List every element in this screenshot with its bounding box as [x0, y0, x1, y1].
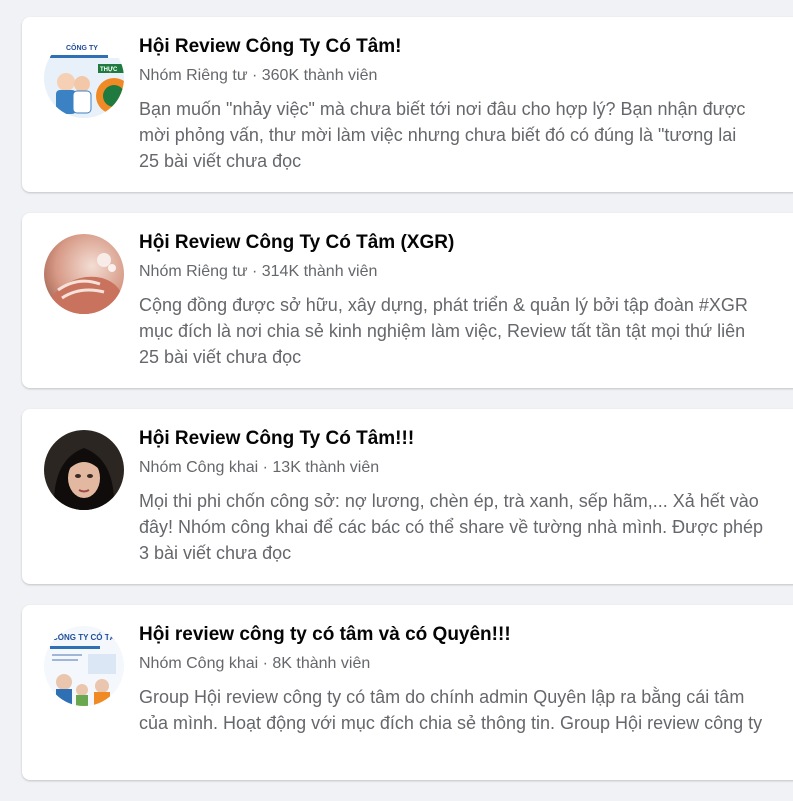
group-privacy: Nhóm Công khai	[139, 655, 259, 672]
meta-separator: ·	[258, 459, 273, 476]
unread-posts-count: 25 bài viết chưa đọc	[139, 151, 302, 171]
group-avatar-image: CÔNG TY THỰC	[44, 38, 124, 118]
group-meta: Nhóm Riêng tư · 314K thành viên	[139, 261, 793, 283]
meta-separator: ·	[247, 67, 262, 84]
group-avatar[interactable]	[44, 234, 124, 314]
group-avatar-image	[44, 430, 124, 510]
unread-posts-count: 3 bài viết chưa đọc	[139, 543, 292, 563]
svg-text:THỰC: THỰC	[100, 67, 118, 73]
description-line: của mình. Hoạt động với mục đích chia sẻ…	[139, 713, 763, 733]
group-avatar-image	[44, 234, 124, 314]
group-info: Hội Review Công Ty Có Tâm (XGR) Nhóm Riê…	[139, 230, 793, 370]
description-line: Mọi thi phi chốn công sở: nợ lương, chèn…	[139, 491, 759, 511]
meta-separator: ·	[258, 655, 273, 672]
group-info: Hội review công ty có tâm và có Quyên!!!…	[139, 622, 793, 736]
svg-text:CÔNG TY CÓ TÂM: CÔNG TY CÓ TÂM	[52, 633, 122, 642]
group-avatar[interactable]: CÔNG TY THỰC	[44, 38, 124, 118]
group-card[interactable]: CÔNG TY THỰC Hội Review Công Ty Có Tâm! …	[22, 17, 793, 192]
description-line: Bạn muốn "nhảy việc" mà chưa biết tới nơ…	[139, 99, 746, 119]
group-description: Cộng đồng được sở hữu, xây dựng, phát tr…	[139, 292, 793, 344]
group-title[interactable]: Hội Review Công Ty Có Tâm (XGR)	[139, 230, 793, 256]
group-description: Mọi thi phi chốn công sở: nợ lương, chèn…	[139, 488, 793, 540]
group-privacy: Nhóm Công khai	[139, 459, 259, 476]
group-card[interactable]: Hội Review Công Ty Có Tâm!!! Nhóm Công k…	[22, 409, 793, 584]
meta-separator: ·	[247, 263, 262, 280]
svg-text:CÔNG TY: CÔNG TY	[66, 43, 98, 52]
group-meta: Nhóm Riêng tư · 360K thành viên	[139, 65, 793, 87]
group-member-count: 8K thành viên	[272, 655, 371, 672]
group-description: Group Hội review công ty có tâm do chính…	[139, 684, 793, 736]
group-member-count: 314K thành viên	[261, 263, 378, 280]
group-info: Hội Review Công Ty Có Tâm!!! Nhóm Công k…	[139, 426, 793, 566]
description-line: đây! Nhóm công khai để các bác có thể sh…	[139, 517, 764, 537]
group-description: Bạn muốn "nhảy việc" mà chưa biết tới nơ…	[139, 96, 793, 148]
group-avatar[interactable]	[44, 430, 124, 510]
group-title[interactable]: Hội Review Công Ty Có Tâm!	[139, 34, 793, 60]
group-title[interactable]: Hội review công ty có tâm và có Quyên!!!	[139, 622, 793, 648]
group-info: Hội Review Công Ty Có Tâm! Nhóm Riêng tư…	[139, 34, 793, 174]
group-meta: Nhóm Công khai · 13K thành viên	[139, 457, 793, 479]
group-privacy: Nhóm Riêng tư	[139, 67, 248, 84]
group-avatar-image: CÔNG TY CÓ TÂM	[44, 626, 124, 706]
group-member-count: 360K thành viên	[261, 67, 378, 84]
group-privacy: Nhóm Riêng tư	[139, 263, 248, 280]
group-member-count: 13K thành viên	[272, 459, 380, 476]
group-meta: Nhóm Công khai · 8K thành viên	[139, 653, 793, 675]
description-line: mục đích là nơi chia sẻ kinh nghiệm làm …	[139, 321, 746, 341]
group-card[interactable]: Hội Review Công Ty Có Tâm (XGR) Nhóm Riê…	[22, 213, 793, 388]
description-line: mời phỏng vấn, thư mời làm việc nhưng ch…	[139, 125, 737, 145]
group-title[interactable]: Hội Review Công Ty Có Tâm!!!	[139, 426, 793, 452]
group-card[interactable]: CÔNG TY CÓ TÂM Hội review công ty có tâm…	[22, 605, 793, 780]
description-line: Cộng đồng được sở hữu, xây dựng, phát tr…	[139, 295, 748, 315]
unread-posts-count: 25 bài viết chưa đọc	[139, 347, 302, 367]
group-results-list: CÔNG TY THỰC Hội Review Công Ty Có Tâm! …	[22, 17, 793, 801]
description-line: Group Hội review công ty có tâm do chính…	[139, 687, 745, 707]
group-avatar[interactable]: CÔNG TY CÓ TÂM	[44, 626, 124, 706]
